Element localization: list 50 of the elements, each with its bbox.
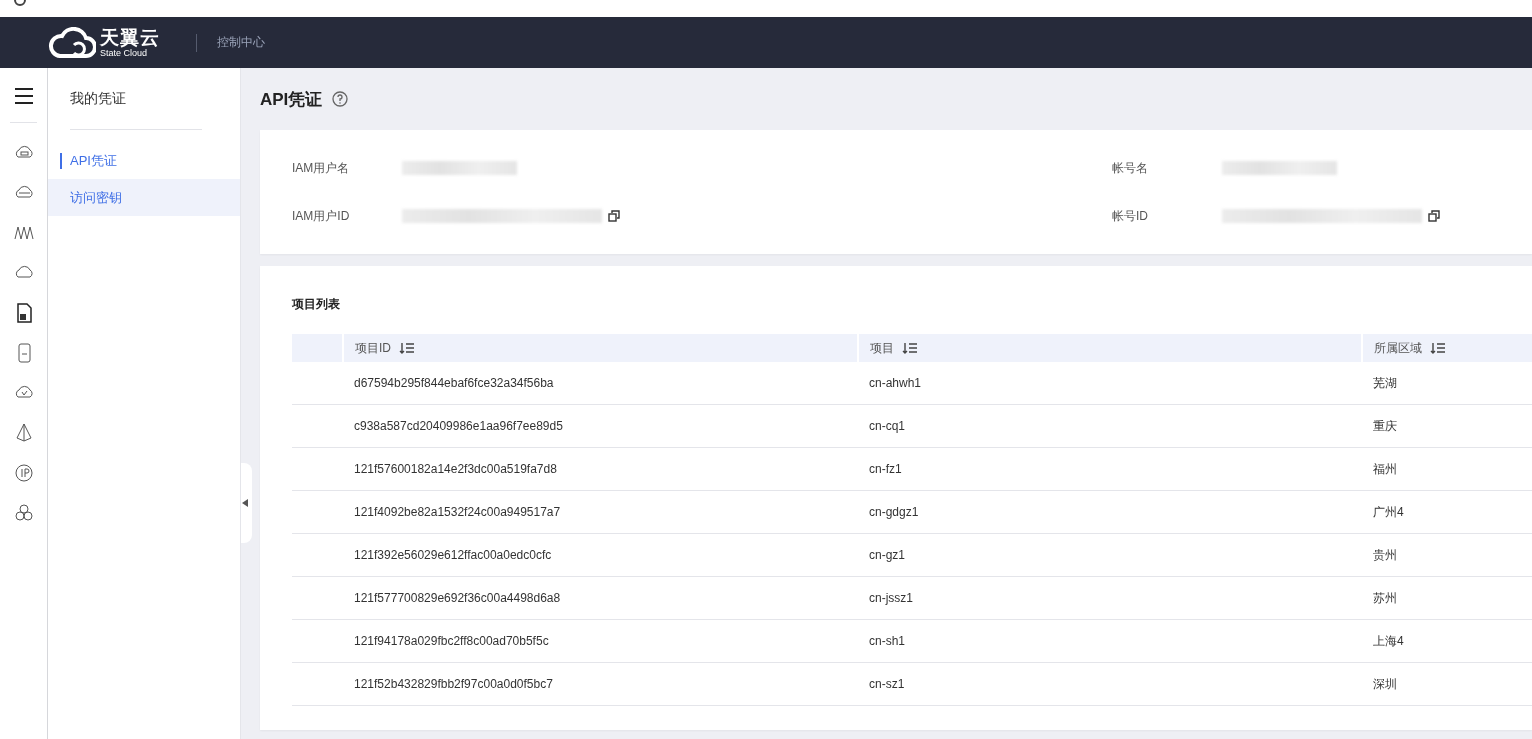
brand-subtitle: State Cloud xyxy=(100,48,149,58)
copy-icon[interactable] xyxy=(608,210,620,222)
sort-icon[interactable] xyxy=(399,342,415,354)
table-cell: cn-fz1 xyxy=(858,447,1362,491)
console-link[interactable]: 控制中心 xyxy=(217,34,265,51)
table-cell: 121f4092be82a1532f24c00a949517a7 xyxy=(343,490,858,534)
table-cell: 广州4 xyxy=(1362,490,1532,534)
cluster-icon[interactable] xyxy=(12,502,35,524)
cloud-logo-icon xyxy=(48,26,96,59)
sort-icon[interactable] xyxy=(902,342,918,354)
table-cell: c938a587cd20409986e1aa96f7ee89d5 xyxy=(343,404,858,448)
table-cell: cn-cq1 xyxy=(858,404,1362,448)
help-icon[interactable] xyxy=(332,91,349,107)
table-cell: cn-ahwh1 xyxy=(858,362,1362,405)
table-cell: 深圳 xyxy=(1362,662,1532,706)
table-cell: 苏州 xyxy=(1362,576,1532,620)
table-cell: cn-gdgz1 xyxy=(858,490,1362,534)
table-cell: 121f57600182a14e2f3dc00a519fa7d8 xyxy=(343,447,858,491)
table-cell: 上海4 xyxy=(1362,619,1532,663)
menu-icon[interactable] xyxy=(13,87,34,105)
column-header: 项目ID xyxy=(355,340,391,355)
field-label: 帐号名 xyxy=(1112,159,1149,177)
sidebar-title: 我的凭证 xyxy=(69,89,127,108)
table-cell: cn-sz1 xyxy=(858,662,1362,706)
table-cell: d67594b295f844ebaf6fce32a34f56ba xyxy=(343,362,858,405)
sort-icon[interactable] xyxy=(1430,342,1446,354)
copy-icon[interactable] xyxy=(1428,210,1440,222)
table-cell: cn-sh1 xyxy=(858,619,1362,663)
table-cell: 121f577700829e692f36c00a4498d6a8 xyxy=(343,576,858,620)
sidebar-item[interactable]: API凭证 xyxy=(48,142,240,179)
column-header: 所属区域 xyxy=(1374,340,1422,355)
table-cell: cn-gz1 xyxy=(858,533,1362,577)
field-label: 帐号ID xyxy=(1112,207,1149,225)
field-label: IAM用户ID xyxy=(292,207,351,225)
table-cell: 121f392e56029e612ffac00a0edc0cfc xyxy=(343,533,858,577)
table-cell: 121f94178a029fbc2ff8c00ad70b5f5c xyxy=(343,619,858,663)
ip-icon[interactable] xyxy=(12,462,35,484)
table-cell: 重庆 xyxy=(1362,404,1532,448)
table-cell: cn-jssz1 xyxy=(858,576,1362,620)
table-cell: 福州 xyxy=(1362,447,1532,491)
brand-name: 天翼云 xyxy=(100,27,160,47)
collapse-handle[interactable] xyxy=(241,463,252,543)
table-cell: 121f52b432829fbb2f97c00a0d0f5bc7 xyxy=(343,662,858,706)
page-title: API凭证 xyxy=(260,88,323,111)
field-label: IAM用户名 xyxy=(292,159,351,177)
table-cell: 芜湖 xyxy=(1362,362,1532,405)
section-title: 项目列表 xyxy=(292,297,340,311)
sidebar-item[interactable]: 访问密钥 xyxy=(48,179,240,216)
column-header: 项目 xyxy=(870,340,894,355)
table-cell: 贵州 xyxy=(1362,533,1532,577)
